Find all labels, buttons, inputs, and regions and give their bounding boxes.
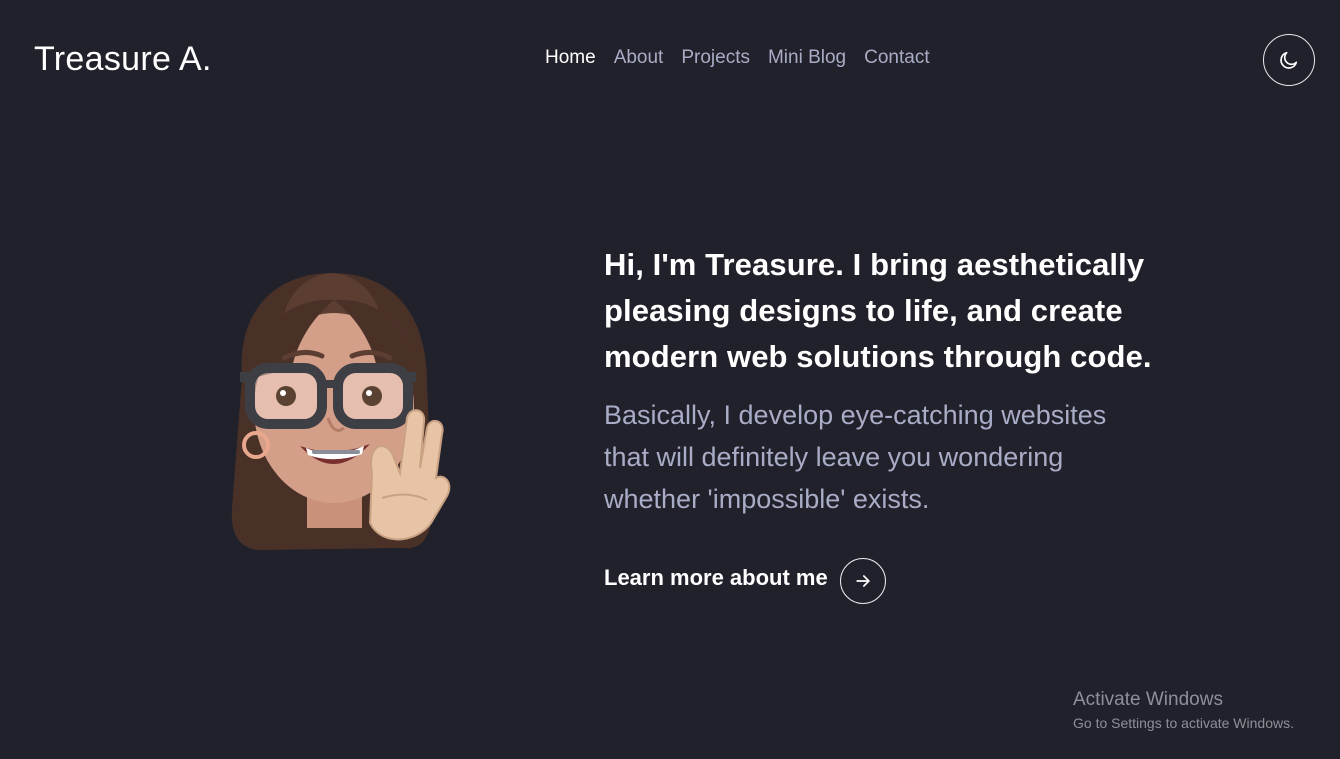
nav-projects[interactable]: Projects: [681, 47, 750, 69]
watermark-title: Activate Windows: [1073, 689, 1223, 710]
nav-contact[interactable]: Contact: [864, 47, 929, 69]
nav-home[interactable]: Home: [545, 47, 596, 69]
arrow-right-icon: [856, 575, 870, 587]
theme-toggle-button[interactable]: [1263, 34, 1315, 86]
nav-mini-blog[interactable]: Mini Blog: [768, 47, 846, 69]
learn-more-arrow-button[interactable]: [839, 558, 886, 604]
moon-icon: [1280, 51, 1298, 69]
hero-headline: Hi, I'm Treasure. I bring aesthetically …: [604, 247, 1152, 374]
page: Treasure A. Home About Projects Mini Blo…: [0, 0, 1340, 759]
brand-logo[interactable]: Treasure A.: [34, 40, 212, 79]
main-nav: Home About Projects Mini Blog Contact: [545, 47, 930, 69]
learn-more-link[interactable]: Learn more about me: [604, 552, 1204, 604]
windows-activation-watermark: Activate Windows Go to Settings to activ…: [1073, 689, 1294, 731]
learn-more-label: Learn more about me: [604, 565, 828, 590]
hero-subtext: Basically, I develop eye-catching websit…: [604, 400, 1107, 514]
watermark-subtitle: Go to Settings to activate Windows.: [1073, 715, 1294, 731]
hero-section: Hi, I'm Treasure. I bring aesthetically …: [604, 242, 1204, 604]
memoji-avatar-icon: [231, 273, 451, 550]
nav-about[interactable]: About: [614, 47, 664, 69]
avatar: [222, 268, 452, 558]
